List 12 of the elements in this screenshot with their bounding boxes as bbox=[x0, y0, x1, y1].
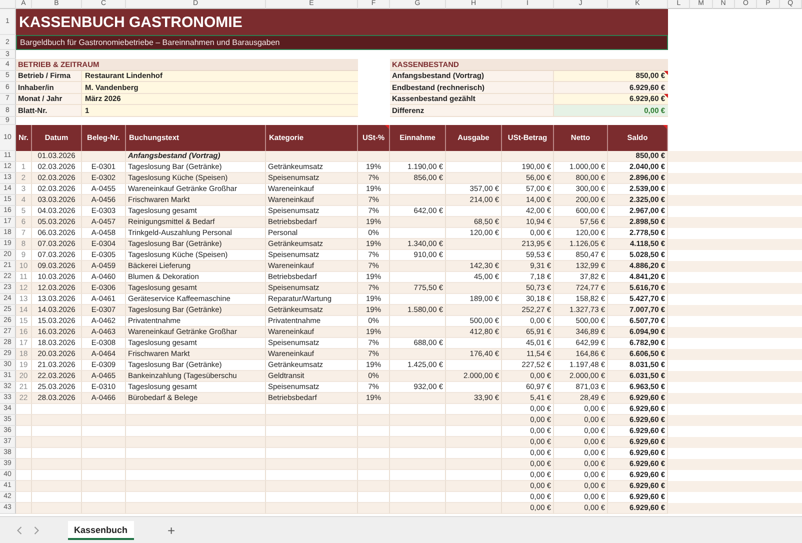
sheet-tab[interactable]: Kassenbuch bbox=[68, 520, 134, 540]
table-cell bbox=[16, 502, 32, 514]
table-cell bbox=[32, 502, 82, 514]
table-cell bbox=[390, 502, 446, 514]
chevron-left-icon[interactable] bbox=[16, 526, 23, 534]
table-cell bbox=[358, 502, 390, 514]
chevron-right-icon[interactable] bbox=[33, 526, 40, 534]
add-sheet-button[interactable]: + bbox=[164, 522, 180, 538]
sheet-title: KASSENBUCH GASTRONOMIE bbox=[16, 9, 668, 35]
table-cell bbox=[446, 502, 502, 514]
table-cell bbox=[82, 502, 126, 514]
sheet-subtitle[interactable]: Bargeldbuch für Gastronomiebetriebe – Bareinnahmen und Barausgaben bbox=[16, 35, 668, 50]
